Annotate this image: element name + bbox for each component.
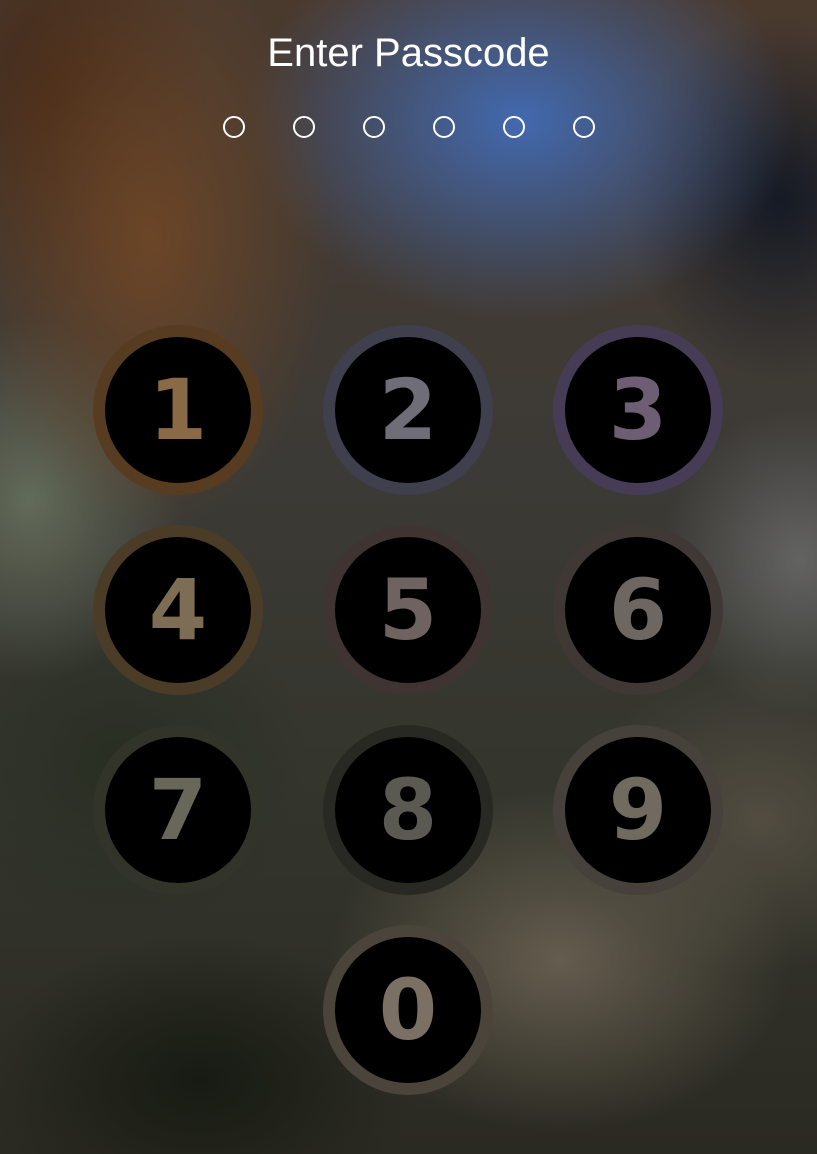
- key-1-button[interactable]: 1: [93, 325, 263, 495]
- key-7-button[interactable]: 7: [93, 725, 263, 895]
- key-9-button[interactable]: 9: [553, 725, 723, 895]
- key-label: 0: [378, 961, 438, 1059]
- key-label: 3: [608, 361, 668, 459]
- key-label: 5: [378, 561, 438, 659]
- passcode-dot: [292, 116, 315, 138]
- passcode-dot: [502, 116, 525, 138]
- passcode-dot: [362, 116, 385, 138]
- key-5-button[interactable]: 5: [323, 525, 493, 695]
- passcode-dot: [572, 116, 595, 138]
- key-8-button[interactable]: 8: [323, 725, 493, 895]
- key-4-button[interactable]: 4: [93, 525, 263, 695]
- key-2-button[interactable]: 2: [323, 325, 493, 495]
- page-title: Enter Passcode: [267, 31, 550, 75]
- key-label: 1: [148, 361, 208, 459]
- key-label: 4: [148, 561, 208, 659]
- key-3-button[interactable]: 3: [553, 325, 723, 495]
- passcode-dot: [222, 116, 245, 138]
- key-0-button[interactable]: 0: [323, 925, 493, 1095]
- key-label: 9: [608, 761, 668, 859]
- key-6-button[interactable]: 6: [553, 525, 723, 695]
- key-label: 7: [148, 761, 208, 859]
- key-label: 2: [378, 361, 438, 459]
- passcode-indicator: [0, 116, 817, 138]
- key-label: 6: [608, 561, 668, 659]
- key-label: 8: [378, 761, 438, 859]
- passcode-dot: [432, 116, 455, 138]
